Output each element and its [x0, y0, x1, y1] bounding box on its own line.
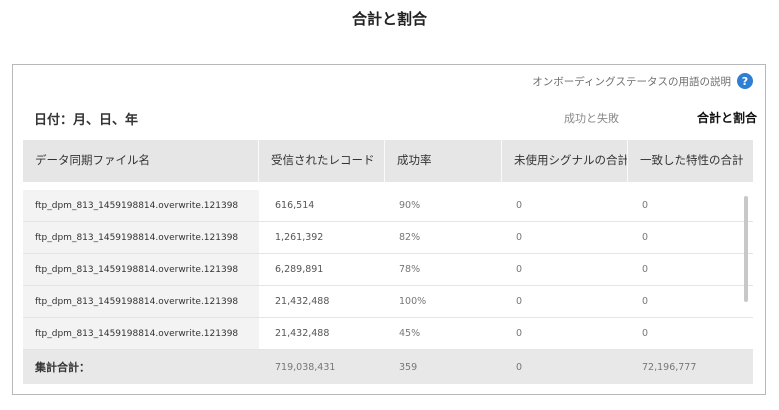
table-row: ftp_dpm_813_1459198814.overwrite.121398 …	[23, 254, 753, 286]
column-header-records-received[interactable]: 受信されたレコード	[259, 140, 385, 182]
matched-traits-cell: 0	[642, 232, 649, 243]
records-cell: 21,432,488	[275, 328, 330, 339]
matched-traits-cell: 0	[642, 296, 649, 307]
table-scrollbar[interactable]	[744, 196, 748, 302]
records-cell: 21,432,488	[275, 296, 330, 307]
table-header: データ同期ファイル名 受信されたレコード 成功率 未使用シグナルの合計 一致した…	[23, 140, 753, 182]
unused-signals-cell: 0	[516, 200, 523, 211]
table-row: ftp_dpm_813_1459198814.overwrite.121398 …	[23, 286, 753, 318]
unused-signals-cell: 0	[516, 328, 523, 339]
help-row: オンボーディングステータスの用語の説明 ?	[532, 72, 753, 90]
onboarding-status-panel: オンボーディングステータスの用語の説明 ? 日付：月、日、年 成功と失敗 合計と…	[12, 64, 766, 395]
unused-signals-cell: 0	[516, 232, 523, 243]
matched-traits-cell: 0	[642, 264, 649, 275]
page-title: 合計と割合	[351, 10, 427, 28]
success-rate-cell: 90%	[399, 200, 421, 211]
success-rate-cell: 100%	[399, 296, 427, 307]
file-name-cell: ftp_dpm_813_1459198814.overwrite.121398	[23, 190, 259, 221]
table-body: ftp_dpm_813_1459198814.overwrite.121398 …	[23, 190, 753, 350]
table-row: ftp_dpm_813_1459198814.overwrite.121398 …	[23, 190, 753, 222]
help-icon[interactable]: ?	[737, 73, 753, 89]
column-header-file-name[interactable]: データ同期ファイル名	[23, 140, 259, 182]
total-records-cell: 719,038,431	[275, 361, 336, 373]
table-row: ftp_dpm_813_1459198814.overwrite.121398 …	[23, 318, 753, 350]
file-name-cell: ftp_dpm_813_1459198814.overwrite.121398	[23, 318, 259, 349]
records-cell: 1,261,392	[275, 232, 324, 243]
column-header-unused-signals[interactable]: 未使用シグナルの合計	[502, 140, 628, 182]
data-sync-table: データ同期ファイル名 受信されたレコード 成功率 未使用シグナルの合計 一致した…	[23, 140, 753, 384]
column-header-matched-traits[interactable]: 一致した特性の合計	[628, 140, 753, 182]
unused-signals-cell: 0	[516, 296, 523, 307]
success-rate-cell: 45%	[399, 328, 421, 339]
matched-traits-cell: 0	[642, 200, 649, 211]
total-unused-cell: 0	[516, 361, 523, 373]
view-tabs: 成功と失敗 合計と割合	[488, 109, 759, 126]
records-cell: 616,514	[275, 200, 315, 211]
tab-totals-percentages[interactable]: 合計と割合	[695, 109, 759, 126]
total-success-cell: 359	[399, 361, 418, 373]
success-rate-cell: 78%	[399, 264, 421, 275]
file-name-cell: ftp_dpm_813_1459198814.overwrite.121398	[23, 254, 259, 285]
column-header-success-rate[interactable]: 成功率	[385, 140, 502, 182]
file-name-cell: ftp_dpm_813_1459198814.overwrite.121398	[23, 222, 259, 253]
total-matched-cell: 72,196,777	[642, 361, 697, 373]
file-name-cell: ftp_dpm_813_1459198814.overwrite.121398	[23, 286, 259, 317]
success-rate-cell: 82%	[399, 232, 421, 243]
table-row: ftp_dpm_813_1459198814.overwrite.121398 …	[23, 222, 753, 254]
tab-success-failure[interactable]: 成功と失敗	[562, 110, 621, 126]
date-label: 日付：月、日、年	[34, 113, 139, 128]
matched-traits-cell: 0	[642, 328, 649, 339]
terms-help-link[interactable]: オンボーディングステータスの用語の説明	[532, 74, 731, 89]
total-label: 集計合計：	[35, 361, 90, 374]
total-row: 集計合計： 719,038,431 359 0 72,196,777	[23, 350, 753, 384]
unused-signals-cell: 0	[516, 264, 523, 275]
records-cell: 6,289,891	[275, 264, 324, 275]
